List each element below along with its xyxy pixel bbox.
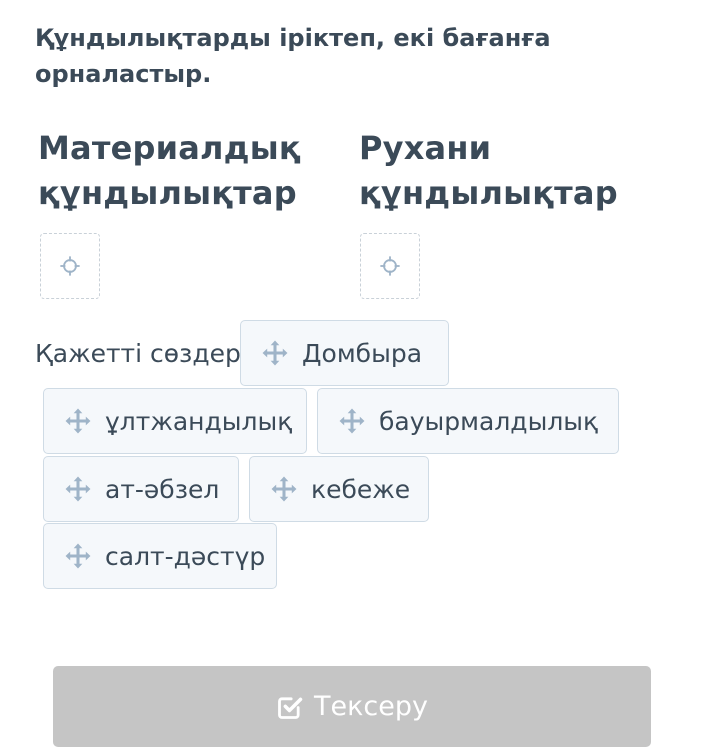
move-arrows-icon	[270, 475, 298, 503]
chip-label: ұлтжандылық	[105, 406, 293, 436]
check-button-label: Тексеру	[314, 691, 428, 722]
word-bank-label: Қажетті сөздер:	[35, 339, 250, 368]
checkbox-check-icon	[278, 696, 303, 719]
move-arrows-icon	[64, 542, 92, 570]
crosshair-icon	[60, 256, 80, 276]
move-arrows-icon	[261, 339, 289, 367]
move-arrows-icon	[64, 407, 92, 435]
crosshair-icon	[380, 256, 400, 276]
chip-label: кебеже	[311, 474, 411, 504]
move-arrows-icon	[338, 407, 366, 435]
drop-zone-material[interactable]	[40, 233, 100, 299]
task-instruction: Құндылықтарды іріктеп, екі бағанға орнал…	[35, 24, 551, 88]
word-chip-bauyrmaldylyk[interactable]: бауырмалдылық	[317, 388, 619, 454]
chip-label: Домбыра	[302, 338, 423, 368]
word-chip-kebezhe[interactable]: кебеже	[249, 456, 429, 522]
drag-and-drop-exercise: Құндылықтарды іріктеп, екі бағанға орнал…	[0, 0, 704, 751]
word-chip-at-abzel[interactable]: ат-әбзел	[43, 456, 239, 522]
column-title-material: Материалдық құндылықтар	[38, 129, 301, 212]
column-title-spiritual: Рухани құндылықтар	[359, 129, 618, 212]
chip-label: ат-әбзел	[105, 474, 220, 504]
check-button[interactable]: Тексеру	[53, 666, 651, 747]
word-chip-ultzhandylyk[interactable]: ұлтжандылық	[43, 388, 307, 454]
drop-zone-spiritual[interactable]	[360, 233, 420, 299]
move-arrows-icon	[64, 475, 92, 503]
word-chip-dombyra[interactable]: Домбыра	[240, 320, 449, 386]
chip-label: бауырмалдылық	[379, 406, 599, 436]
word-chip-salt-dastur[interactable]: салт-дәстүр	[43, 523, 277, 589]
chip-label: салт-дәстүр	[105, 541, 266, 571]
